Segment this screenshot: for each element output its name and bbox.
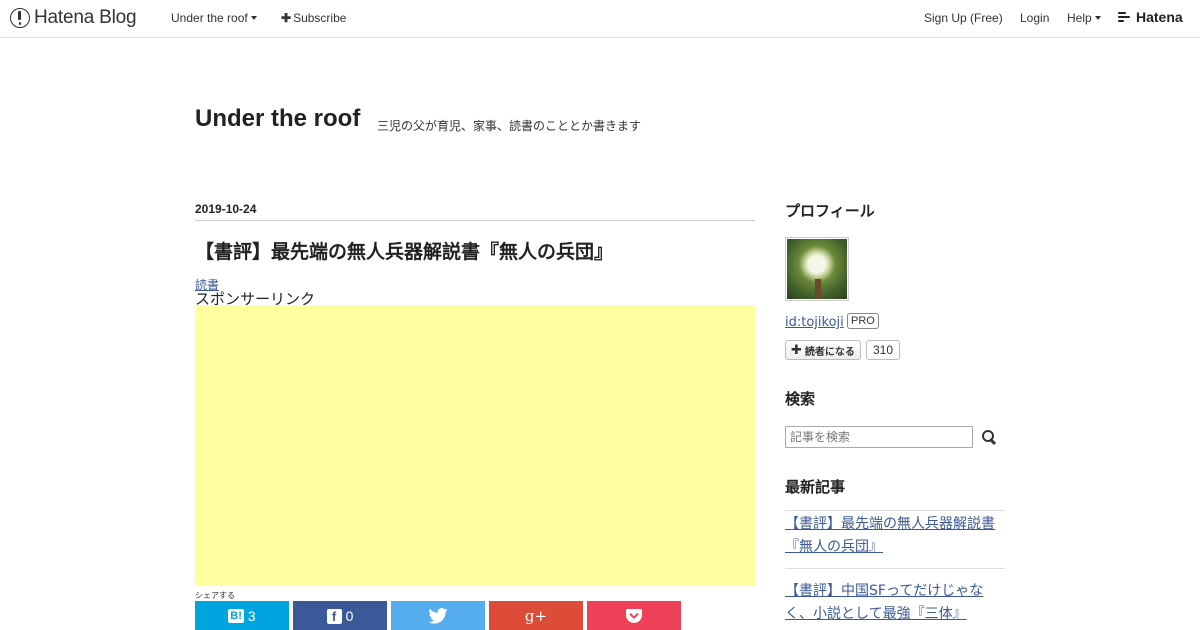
hatena-brand-link[interactable]: Hatena [1118,9,1183,25]
blog-menu-label: Under the roof [171,11,248,25]
share-hatena-button[interactable]: B! 3 [195,601,289,630]
blog-title[interactable]: Under the roof [195,105,360,133]
twitter-icon [428,608,448,624]
facebook-count: 0 [345,608,354,624]
login-link[interactable]: Login [1020,11,1049,25]
signup-link[interactable]: Sign Up (Free) [924,11,1003,25]
chevron-down-icon [1094,16,1101,20]
share-googleplus-button[interactable]: g+ [489,601,583,630]
subscribe-link[interactable]: ✚ Subscribe [281,11,346,25]
share-pocket-button[interactable] [587,601,681,630]
hatena-brand-icon [1118,12,1132,22]
googleplus-icon: g+ [524,607,548,625]
facebook-icon: f [326,608,342,624]
global-header: Hatena Blog Under the roof ✚ Subscribe Si… [0,0,1200,38]
recent-entry-link[interactable]: 【書評】最先端の無人兵器解説書『無人の兵団』 [785,513,1005,559]
recent-entry-link[interactable]: 【書評】中国SFってだけじゃなく、小説として最強『三体』 [785,580,1005,626]
recent-divider [785,568,1005,569]
share-label: シェアする [195,591,235,600]
share-twitter-button[interactable] [391,601,485,630]
subscribe-label: Subscribe [293,11,347,25]
entry-date[interactable]: 2019-10-24 [195,202,755,221]
help-label: Help [1067,11,1092,25]
ad-placeholder[interactable] [195,305,755,585]
subscriber-count[interactable]: 310 [866,340,901,360]
search-heading: 検索 [785,390,816,408]
pro-badge: PRO [847,313,879,329]
share-facebook-button[interactable]: f 0 [293,601,387,630]
recent-heading: 最新記事 [785,478,846,496]
plus-icon: ✚ [791,342,802,358]
help-dropdown[interactable]: Help [1067,11,1101,25]
hatena-count: 3 [247,608,256,624]
search-icon[interactable] [982,430,996,444]
subscribe-button-label: 読者になる [804,346,855,358]
logo-text: Hatena Blog [34,7,137,28]
profile-id-link[interactable]: id:tojikoji [785,315,844,330]
entry-title[interactable]: 【書評】最先端の無人兵器解説書『無人の兵団』 [195,237,613,264]
chevron-down-icon [250,16,257,20]
blog-description: 三児の父が育児、家事、読書のこととか書きます [377,119,642,133]
profile-heading: プロフィール [785,202,875,220]
plus-icon: ✚ [281,11,292,25]
pocket-icon [626,608,642,623]
recent-divider [785,510,1005,511]
search-input[interactable] [785,426,973,448]
hatena-bookmark-icon: B! [228,609,244,623]
subscribe-button[interactable]: ✚ 読者になる [785,340,861,360]
blog-menu-dropdown[interactable]: Under the roof [171,11,257,25]
hatena-logo-icon [10,8,30,28]
hatena-blog-logo[interactable]: Hatena Blog [10,7,137,29]
hatena-brand-label: Hatena [1136,9,1183,25]
avatar[interactable] [785,237,849,301]
